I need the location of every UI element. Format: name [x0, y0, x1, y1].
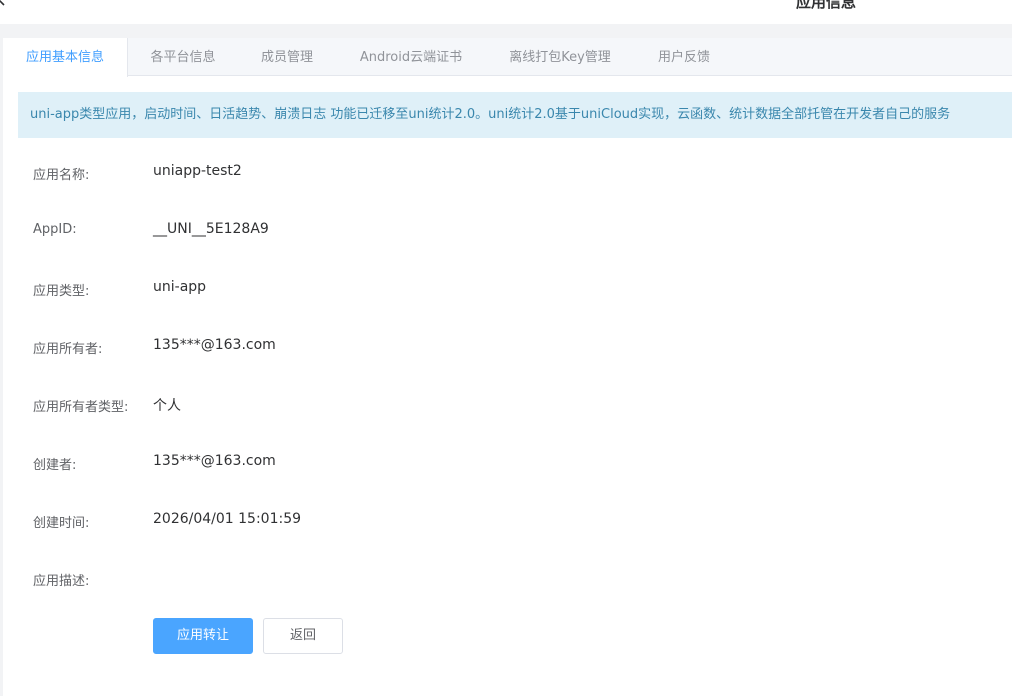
field-value-app-type: uni-app — [153, 279, 207, 295]
field-value-creator: 135***@163.com — [153, 453, 276, 469]
header-divider-band — [0, 24, 1012, 38]
field-label-appid: AppID: — [33, 222, 77, 237]
notice-text: uni-app类型应用，启动时间、日活趋势、崩溃日志 功能已迁移至uni统计2.… — [30, 107, 951, 122]
tab-platform-info[interactable]: 各平台信息 — [128, 38, 238, 77]
field-label-created-at: 创建时间: — [33, 516, 90, 531]
tab-member-management[interactable]: 成员管理 — [238, 38, 336, 77]
field-label-owner: 应用所有者: — [33, 342, 103, 357]
field-value-app-name: uniapp-test2 — [153, 163, 242, 179]
tab-basic-info[interactable]: 应用基本信息 — [3, 38, 128, 77]
page-title: 应用信息 — [796, 0, 857, 11]
field-label-owner-type: 应用所有者类型: — [33, 400, 129, 415]
migration-notice: uni-app类型应用，启动时间、日活趋势、崩溃日志 功能已迁移至uni统计2.… — [18, 92, 1012, 138]
field-value-created-at: 2026/04/01 15:01:59 — [153, 511, 302, 527]
field-label-app-type: 应用类型: — [33, 284, 90, 299]
app-info-page: 应用信息 应用基本信息 各平台信息 成员管理 Android云端证书 离线打包K… — [0, 0, 1012, 696]
tab-android-certificate[interactable]: Android云端证书 — [336, 38, 486, 77]
field-label-app-name: 应用名称: — [33, 168, 90, 183]
info-card: 应用基本信息 各平台信息 成员管理 Android云端证书 离线打包Key管理 … — [3, 38, 1012, 696]
tab-user-feedback[interactable]: 用户反馈 — [634, 38, 734, 77]
tab-bar: 应用基本信息 各平台信息 成员管理 Android云端证书 离线打包Key管理 … — [3, 38, 1012, 77]
chevron-left-icon[interactable] — [0, 0, 8, 6]
transfer-app-button[interactable]: 应用转让 — [153, 618, 253, 654]
tab-offline-key[interactable]: 离线打包Key管理 — [486, 38, 634, 77]
field-value-owner-type: 个人 — [153, 398, 181, 414]
top-header: 应用信息 — [0, 0, 1012, 24]
field-label-creator: 创建者: — [33, 458, 77, 473]
field-value-owner: 135***@163.com — [153, 337, 276, 353]
back-button[interactable]: 返回 — [263, 618, 343, 654]
field-value-appid: __UNI__5E128A9 — [153, 221, 269, 237]
field-label-description: 应用描述: — [33, 574, 90, 589]
